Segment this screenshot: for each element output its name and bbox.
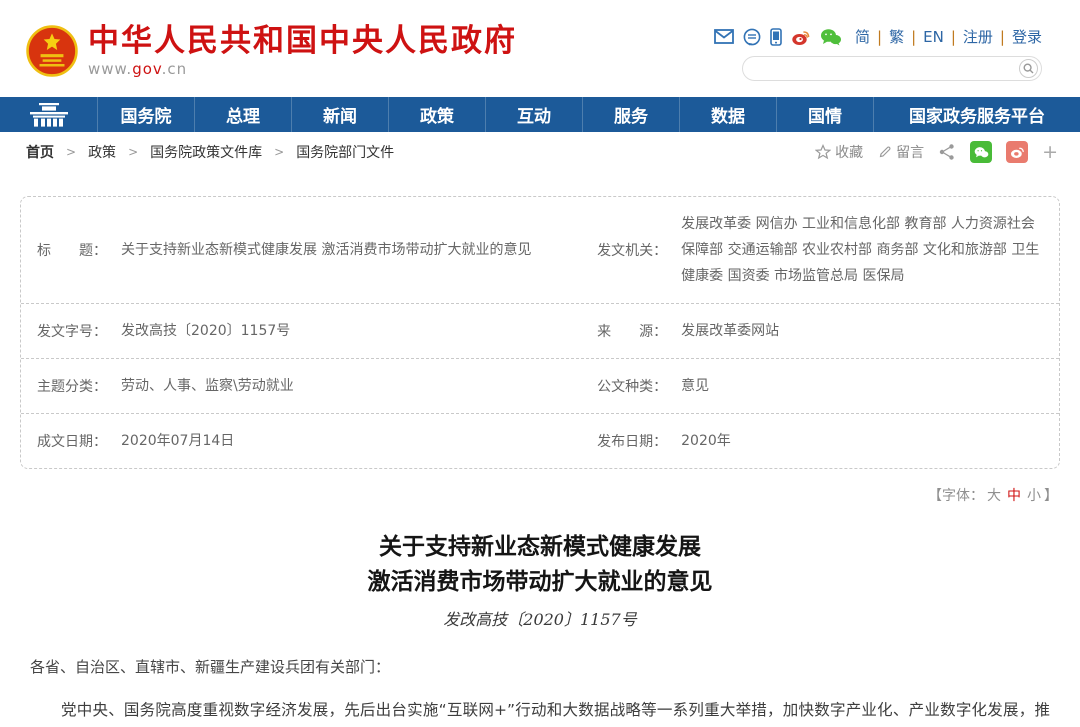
breadcrumb-separator: >	[128, 145, 138, 159]
meta-value-doc-type: 意见	[681, 373, 709, 399]
meta-value-title: 关于支持新业态新模式健康发展 激活消费市场带动扩大就业的意见	[121, 237, 531, 263]
pen-icon	[877, 145, 892, 160]
nav-item-fuwu[interactable]: 服务	[582, 97, 679, 132]
breadcrumb-separator: >	[66, 145, 76, 159]
site-header: 中华人民共和国中央人民政府 www.gov.cn 简 | 繁	[0, 0, 1080, 97]
font-size-large[interactable]: 大	[987, 488, 1001, 504]
breadcrumb-row: 首页 > 政策 > 国务院政策文件库 > 国务院部门文件 收藏 留言 +	[0, 134, 1080, 170]
meta-label-doc-type: 公文种类：	[597, 376, 681, 396]
message-button[interactable]: 留言	[877, 142, 924, 162]
document-number: 发改高技〔2020〕1157号	[0, 606, 1080, 630]
meta-label-written-date: 成文日期：	[37, 431, 121, 451]
nav-item-hudong[interactable]: 互动	[485, 97, 582, 132]
breadcrumb-separator: >	[274, 145, 284, 159]
separator: |	[951, 28, 956, 46]
star-icon	[815, 144, 831, 160]
breadcrumb-current: 国务院部门文件	[296, 142, 394, 162]
search-input[interactable]	[755, 58, 1010, 79]
breadcrumb: 首页 > 政策 > 国务院政策文件库 > 国务院部门文件	[26, 142, 394, 162]
search-icon[interactable]	[1019, 59, 1038, 78]
meta-value-source: 发展改革委网站	[681, 318, 779, 344]
meta-label-issuing-agency: 发文机关：	[597, 240, 681, 260]
meta-value-doc-number: 发改高技〔2020〕1157号	[121, 318, 290, 344]
nav-item-xinwen[interactable]: 新闻	[291, 97, 388, 132]
mail-icon[interactable]	[714, 29, 734, 44]
meta-row-category: 主题分类： 劳动、人事、监察\劳动就业 公文种类： 意见	[21, 358, 1059, 413]
search-box	[742, 56, 1042, 81]
home-tiananmen-icon[interactable]	[0, 97, 97, 132]
share-icon[interactable]	[938, 143, 956, 161]
font-size-suffix: 】	[1044, 488, 1058, 504]
login-link[interactable]: 登录	[1012, 26, 1042, 47]
nav-item-zongli[interactable]: 总理	[194, 97, 291, 132]
weibo-icon[interactable]	[791, 28, 811, 46]
font-size-small[interactable]: 小	[1027, 488, 1041, 504]
nav-item-guoqing[interactable]: 国情	[776, 97, 873, 132]
lang-simplified-link[interactable]: 简	[855, 26, 870, 47]
separator: |	[1000, 28, 1005, 46]
share-weibo-icon[interactable]	[1006, 141, 1028, 163]
comment-icon[interactable]	[743, 28, 761, 46]
separator: |	[911, 28, 916, 46]
national-emblem-icon	[26, 25, 78, 77]
document-salutation: 各省、自治区、直辖市、新疆生产建设兵团有关部门：	[30, 656, 1050, 677]
meta-row-title: 标 题： 关于支持新业态新模式健康发展 激活消费市场带动扩大就业的意见 发文机关…	[21, 197, 1059, 303]
main-nav: 国务院 总理 新闻 政策 互动 服务 数据 国情 国家政务服务平台	[0, 97, 1080, 132]
nav-item-zhengce[interactable]: 政策	[388, 97, 485, 132]
meta-label-source: 来 源：	[597, 321, 681, 341]
separator: |	[877, 28, 882, 46]
nav-item-zhengwu-platform[interactable]: 国家政务服务平台	[873, 97, 1080, 132]
font-size-medium[interactable]: 中	[1007, 488, 1021, 504]
lang-english-link[interactable]: EN	[923, 28, 944, 46]
favorite-button[interactable]: 收藏	[815, 142, 863, 162]
meta-value-issuing-agency: 发展改革委 网信办 工业和信息化部 教育部 人力资源社会保障部 交通运输部 农业…	[681, 211, 1045, 289]
nav-item-shuju[interactable]: 数据	[679, 97, 776, 132]
meta-value-written-date: 2020年07月14日	[121, 428, 234, 454]
register-link[interactable]: 注册	[963, 26, 993, 47]
breadcrumb-home[interactable]: 首页	[26, 142, 54, 162]
lang-traditional-link[interactable]: 繁	[889, 26, 904, 47]
breadcrumb-zhengce[interactable]: 政策	[88, 142, 116, 162]
site-logo[interactable]: 中华人民共和国中央人民政府 www.gov.cn	[26, 24, 517, 78]
meta-row-number: 发文字号： 发改高技〔2020〕1157号 来 源： 发展改革委网站	[21, 303, 1059, 358]
font-size-selector: 【字体：大中小】	[22, 485, 1058, 505]
meta-label-publish-date: 发布日期：	[597, 431, 681, 451]
meta-label-doc-number: 发文字号：	[37, 321, 121, 341]
meta-label-title: 标 题：	[37, 240, 121, 260]
meta-row-dates: 成文日期： 2020年07月14日 发布日期： 2020年	[21, 413, 1059, 468]
meta-value-category: 劳动、人事、监察\劳动就业	[121, 373, 294, 399]
document-title: 关于支持新业态新模式健康发展 激活消费市场带动扩大就业的意见	[0, 529, 1080, 599]
document-meta-table: 标 题： 关于支持新业态新模式健康发展 激活消费市场带动扩大就业的意见 发文机关…	[20, 196, 1060, 469]
mobile-icon[interactable]	[770, 28, 782, 46]
site-url: www.gov.cn	[88, 60, 517, 78]
more-actions-button[interactable]: +	[1042, 141, 1058, 163]
page-actions: 收藏 留言 +	[815, 141, 1058, 163]
nav-item-guowuyuan[interactable]: 国务院	[97, 97, 194, 132]
wechat-icon[interactable]	[820, 28, 842, 46]
font-size-prefix: 【字体：	[928, 488, 984, 504]
document-paragraph: 党中央、国务院高度重视数字经济发展，先后出台实施“互联网+”行动和大数据战略等一…	[30, 691, 1050, 727]
breadcrumb-policy-library[interactable]: 国务院政策文件库	[150, 142, 262, 162]
meta-label-category: 主题分类：	[37, 376, 121, 396]
meta-value-publish-date: 2020年	[681, 428, 731, 454]
share-wechat-icon[interactable]	[970, 141, 992, 163]
site-title: 中华人民共和国中央人民政府	[88, 24, 517, 58]
